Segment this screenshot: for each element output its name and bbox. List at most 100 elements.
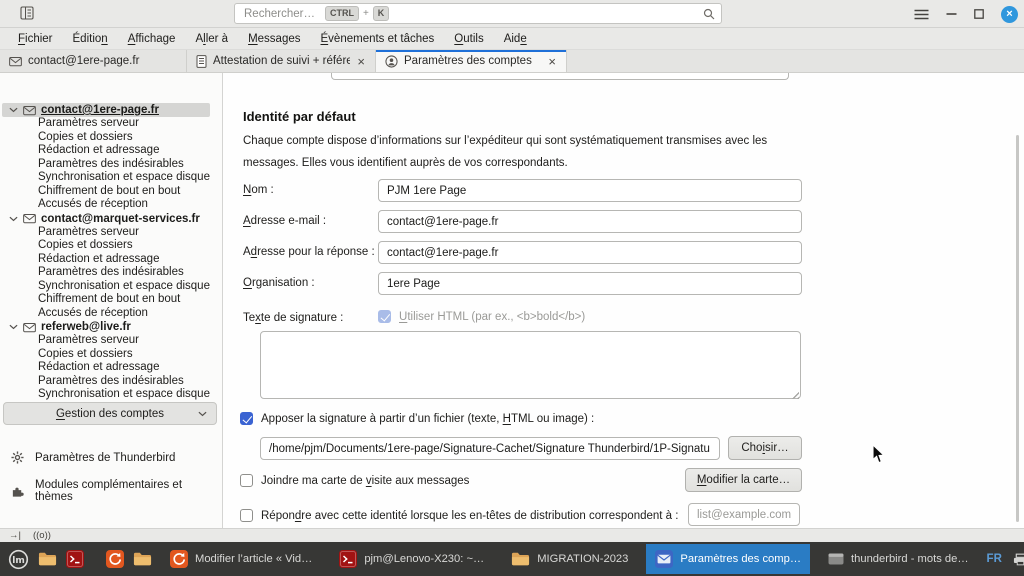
account-name: referweb@live.fr [41, 321, 131, 333]
menu-fichier[interactable]: Fichier [8, 28, 63, 50]
launcher-files[interactable] [38, 546, 57, 572]
account-contact-1ere-page-fr[interactable]: contact@1ere-page.fr [2, 103, 210, 117]
quick-launch-files[interactable] [133, 546, 152, 572]
scrolled-field-remnant[interactable] [331, 73, 789, 80]
account-setting-copies-et-dossiers[interactable]: Copies et dossiers [0, 239, 220, 253]
launcher-terminal[interactable] [66, 546, 84, 572]
tab-contact-1ere-page-fr[interactable]: contact@1ere-page.fr [0, 50, 187, 72]
tab-arrow-icon[interactable]: →| [9, 530, 21, 541]
account-setting-redaction-et-adressage[interactable]: Rédaction et adressage [0, 253, 220, 267]
dialog-icon [828, 553, 844, 565]
account-setting-synchronisation-et-espace-disque[interactable]: Synchronisation et espace disque [0, 388, 220, 401]
manage-accounts-button[interactable]: Gestion des comptes [3, 402, 217, 425]
account-setting-chiffrement-de-bout-en-bout[interactable]: Chiffrement de bout en bout [0, 293, 220, 307]
search-icon[interactable] [703, 8, 715, 20]
close-icon[interactable]: × [1001, 6, 1018, 23]
account-setting-accuses-de-reception[interactable]: Accusés de réception [0, 307, 220, 321]
minimize-icon[interactable] [946, 12, 957, 16]
account-setting-chiffrement-de-bout-en-bout[interactable]: Chiffrement de bout en bout [0, 185, 220, 199]
account-setting-parametres-serveur[interactable]: Paramètres serveur [0, 334, 220, 348]
keyboard-layout-indicator[interactable]: FR [987, 553, 1002, 565]
maximize-icon[interactable] [974, 9, 984, 19]
account-setting-parametres-serveur[interactable]: Paramètres serveur [0, 117, 220, 131]
taskbar-window-modifier-l-article-vid[interactable]: Modifier l’article « Vid… [161, 544, 321, 574]
account-contact-marquet-services-fr[interactable]: contact@marquet-services.fr [2, 212, 210, 226]
account-setting-copies-et-dossiers[interactable]: Copies et dossiers [0, 131, 220, 145]
attach-signature-checkbox[interactable] [240, 412, 253, 425]
choose-file-button[interactable]: Choisir… [728, 436, 802, 460]
reply-identity-row: Répondre avec cette identité lorsque les… [240, 509, 678, 522]
taskbar-window-pjm-lenovo-x230[interactable]: pjm@Lenovo-X230: ~… [330, 544, 493, 574]
main-scrollbar[interactable] [1016, 135, 1019, 522]
taskbar-window-label: pjm@Lenovo-X230: ~… [364, 553, 484, 565]
label-nom: Nom : [243, 184, 274, 196]
vcard-checkbox[interactable] [240, 474, 253, 487]
account-referweb-live-fr[interactable]: referweb@live.fr [2, 320, 210, 334]
menu-affichage[interactable]: Affichage [118, 28, 186, 50]
tab-attestation-de-suivi-referent[interactable]: Attestation de suivi + référent× [187, 50, 376, 72]
signature-file-input[interactable] [260, 437, 720, 460]
vcard-label: Joindre ma carte de visite aux messages [261, 475, 469, 487]
menu-outils[interactable]: Outils [444, 28, 493, 50]
menu-aide[interactable]: Aide [494, 28, 537, 50]
menu-messages[interactable]: Messages [238, 28, 310, 50]
svg-text:lm: lm [12, 555, 25, 565]
account-setting-accuses-de-reception[interactable]: Accusés de réception [0, 198, 220, 212]
edit-card-button[interactable]: Modifier la carte… [685, 468, 802, 492]
tab-parametres-des-comptes[interactable]: Paramètres des comptes× [376, 50, 567, 72]
launcher-menu[interactable]: lm [8, 546, 29, 572]
input-nom[interactable] [378, 179, 802, 202]
kbd-ctrl: CTRL [325, 6, 359, 21]
reply-identity-checkbox[interactable] [240, 509, 253, 522]
input-organisation[interactable] [378, 272, 802, 295]
menu-edition[interactable]: Édition [63, 28, 118, 50]
app-menu-icon[interactable] [914, 9, 929, 20]
section-title: Identité par défaut [243, 109, 356, 124]
account-setting-parametres-des-indesirables[interactable]: Paramètres des indésirables [0, 375, 220, 389]
account-setting-synchronisation-et-espace-disque[interactable]: Synchronisation et espace disque [0, 171, 220, 185]
tab-close-icon[interactable]: × [547, 54, 557, 69]
taskbar-window-migration-2023[interactable]: MIGRATION-2023 [502, 544, 637, 574]
account-setting-copies-et-dossiers[interactable]: Copies et dossiers [0, 348, 220, 362]
menu-aller-a[interactable]: Aller à [185, 28, 238, 50]
puzzle-icon [11, 485, 24, 498]
account-setting-parametres-serveur[interactable]: Paramètres serveur [0, 226, 220, 240]
sidebar-item-modules-complementaires-et-themes[interactable]: Modules complémentaires et thèmes [11, 479, 222, 503]
input-adresse-pour-la-reponse[interactable] [378, 241, 802, 264]
mail-icon [9, 56, 22, 67]
tab-close-icon[interactable]: × [356, 54, 366, 69]
chevron-expanded-icon[interactable] [9, 107, 18, 113]
menu-evenements-et-taches[interactable]: Évènements et tâches [311, 28, 445, 50]
tab-bar: contact@1ere-page.fr Attestation de suivi… [0, 50, 1024, 73]
account-tree: contact@1ere-page.frParamètres serveurCo… [0, 103, 220, 401]
mail-account-icon [23, 105, 36, 116]
chevron-expanded-icon[interactable] [9, 216, 18, 222]
account-setting-redaction-et-adressage[interactable]: Rédaction et adressage [0, 144, 220, 158]
spaces-toolbar-icon[interactable] [20, 6, 34, 20]
tab-label: contact@1ere-page.fr [28, 55, 177, 67]
use-html-label: Utiliser HTML (par ex., <b>bold</b>) [399, 311, 585, 323]
reply-identity-input[interactable] [688, 503, 800, 526]
status-bar: →| ((o)) [0, 528, 1024, 542]
account-setting-parametres-des-indesirables[interactable]: Paramètres des indésirables [0, 158, 220, 172]
mail-account-icon [23, 213, 36, 224]
printer-icon[interactable] [1013, 553, 1024, 566]
taskbar-window-parametres-des-comp[interactable]: Paramètres des comp… [646, 544, 810, 574]
taskbar-window-thunderbird-mots-de[interactable]: thunderbird - mots de… [819, 544, 978, 574]
global-search[interactable]: Rechercher… CTRL+K [234, 3, 722, 24]
desktop-screen: Rechercher… CTRL+K × FichierÉditionAffic… [0, 0, 1024, 576]
label-organisation: Organisation : [243, 277, 315, 289]
account-setting-redaction-et-adressage[interactable]: Rédaction et adressage [0, 361, 220, 375]
input-adresse-e-mail[interactable] [378, 210, 802, 233]
taskbar-window-label: Modifier l’article « Vid… [195, 553, 312, 565]
account-setting-synchronisation-et-espace-disque[interactable]: Synchronisation et espace disque [0, 280, 220, 294]
antenna-icon[interactable]: ((o)) [33, 530, 51, 541]
taskbar-window-label: MIGRATION-2023 [537, 553, 628, 565]
account-setting-parametres-des-indesirables[interactable]: Paramètres des indésirables [0, 266, 220, 280]
signature-textarea[interactable] [260, 331, 801, 399]
sidebar-item-parametres-de-thunderbird[interactable]: Paramètres de Thunderbird [11, 451, 175, 464]
use-html-checkbox[interactable] [378, 310, 391, 323]
manage-accounts-label: Gestion des comptes [56, 408, 164, 420]
quick-launch-app[interactable] [106, 546, 124, 572]
chevron-expanded-icon[interactable] [9, 324, 18, 330]
